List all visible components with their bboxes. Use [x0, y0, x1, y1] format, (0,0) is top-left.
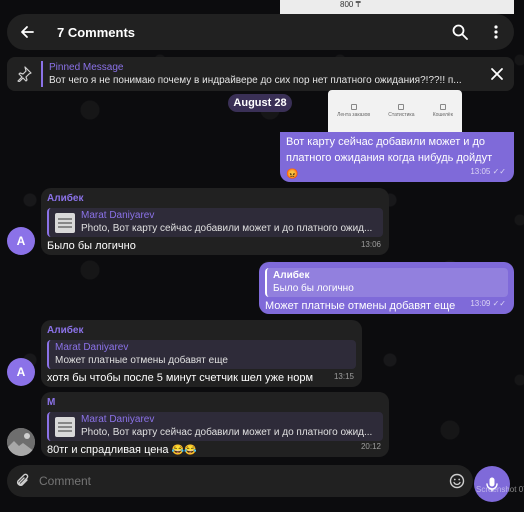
- photo-price-text: 800 ₸: [340, 0, 361, 9]
- pin-button[interactable]: [7, 57, 41, 91]
- reply-text: Photo, Вот карту сейчас добавили может и…: [81, 223, 373, 234]
- avatar[interactable]: А: [7, 227, 35, 255]
- message-text: Было бы логично: [47, 240, 136, 252]
- reply-text: Было бы логично: [273, 283, 354, 294]
- more-vertical-icon: [494, 25, 498, 39]
- reply-preview[interactable]: Marat Daniyarev Photo, Вот карту сейчас …: [47, 208, 383, 237]
- message-bubble-incoming[interactable]: Алибек Marat Daniyarev Может платные отм…: [41, 320, 362, 387]
- emoji-button[interactable]: [441, 465, 473, 497]
- pin-icon: [17, 66, 32, 82]
- smile-icon: [449, 473, 465, 489]
- paperclip-icon: [17, 473, 29, 486]
- comment-input[interactable]: [39, 474, 441, 488]
- sender-name[interactable]: Алибек: [47, 323, 356, 338]
- angry-emoji: 😡: [286, 169, 299, 180]
- photo-tab: Статистика: [388, 104, 415, 118]
- chat-header: 7 Comments: [7, 14, 514, 50]
- reply-author: Marat Daniyarev: [81, 210, 155, 221]
- pinned-message-content: Pinned Message Вот чего я не понимаю поч…: [41, 61, 480, 87]
- arrow-left-icon: [21, 26, 34, 38]
- back-button[interactable]: [9, 14, 45, 50]
- watermark-text: Screenshot 07: [476, 485, 524, 494]
- pinned-message-title: Pinned Message: [49, 61, 124, 73]
- message-bubble-outgoing[interactable]: Вот карту сейчас добавили может и до пла…: [280, 132, 514, 182]
- date-separator: August 28: [228, 94, 292, 112]
- more-menu-button[interactable]: [478, 14, 514, 50]
- message-bubble-outgoing[interactable]: Алибек Было бы логично Может платные отм…: [259, 262, 514, 314]
- message-bubble-incoming[interactable]: М Marat Daniyarev Photo, Вот карту сейча…: [41, 392, 389, 457]
- message-time: 20:12: [360, 442, 381, 451]
- reply-author: Marat Daniyarev: [81, 414, 155, 425]
- reply-preview[interactable]: Marat Daniyarev Может платные отмены доб…: [47, 340, 356, 369]
- photo-tab: Лента заказов: [337, 104, 370, 118]
- comments-title: 7 Comments: [57, 24, 136, 40]
- photo-preview[interactable]: Лента заказов Статистика Кошелёк: [328, 90, 462, 132]
- close-icon: [491, 68, 503, 80]
- avatar-photo[interactable]: [7, 428, 35, 456]
- search-icon: [452, 24, 468, 40]
- reply-author: Marat Daniyarev: [55, 342, 129, 353]
- message-time: 13:09 ✓✓: [470, 299, 506, 308]
- message-time: 13:06: [360, 240, 381, 249]
- reply-thumbnail: [55, 416, 75, 437]
- reply-text: Может платные отмены добавят еще: [55, 355, 228, 366]
- pinned-message-bar[interactable]: Pinned Message Вот чего я не понимаю поч…: [7, 57, 514, 91]
- double-check-icon: ✓✓: [492, 299, 506, 308]
- message-text: 80тг и спрадливая цена 😂😂: [47, 444, 197, 456]
- reply-text: Photo, Вот карту сейчас добавили может и…: [81, 427, 373, 438]
- photo-tab: Кошелёк: [433, 104, 453, 118]
- attach-button[interactable]: [7, 465, 39, 497]
- double-check-icon: ✓✓: [492, 167, 506, 176]
- comment-composer: [7, 465, 473, 497]
- laughing-emoji: 😂😂: [171, 445, 197, 456]
- close-pinned-button[interactable]: [480, 57, 514, 91]
- reply-thumbnail: [55, 212, 75, 233]
- message-text: хотя бы чтобы после 5 минут счетчик шел …: [47, 372, 314, 384]
- voice-record-button[interactable]: [474, 466, 510, 502]
- reply-author: Алибек: [273, 270, 310, 281]
- message-time: 13:15: [333, 372, 354, 381]
- sender-name[interactable]: М: [47, 395, 383, 410]
- reply-preview[interactable]: Marat Daniyarev Photo, Вот карту сейчас …: [47, 412, 383, 441]
- reply-preview[interactable]: Алибек Было бы логично: [265, 268, 508, 297]
- message-bubble-incoming[interactable]: Алибек Marat Daniyarev Photo, Вот карту …: [41, 188, 389, 255]
- avatar[interactable]: А: [7, 358, 35, 386]
- background-photo-top: 800 ₸: [280, 0, 514, 14]
- user-photo-icon: [7, 428, 35, 456]
- pinned-message-text: Вот чего я не понимаю почему в индрайвер…: [49, 74, 462, 86]
- message-time: 13:05 ✓✓: [470, 167, 506, 176]
- sender-name[interactable]: Алибек: [47, 191, 383, 206]
- search-button[interactable]: [442, 14, 478, 50]
